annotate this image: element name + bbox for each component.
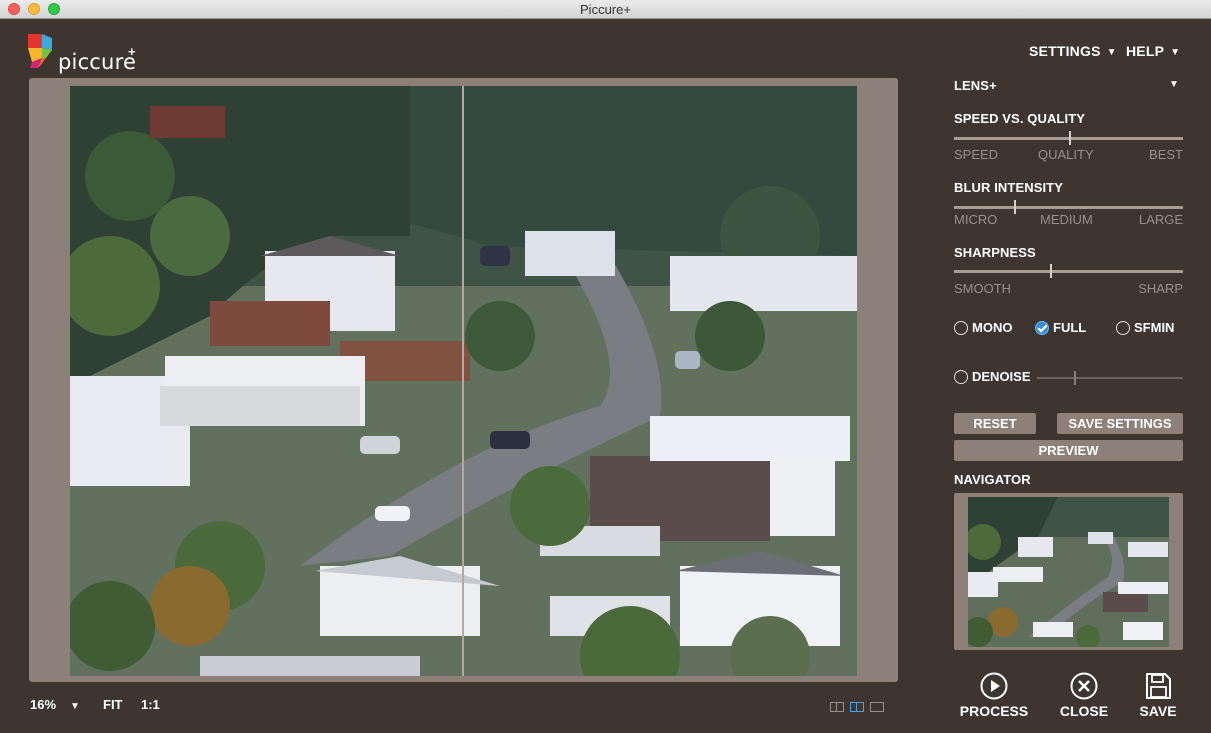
tick-label-micro: MICRO	[954, 212, 998, 227]
tick-label-best: BEST	[1149, 147, 1183, 162]
zoom-level-value: 16%	[30, 697, 57, 712]
mode-mono-label: MONO	[972, 320, 1013, 335]
settings-menu-label: SETTINGS	[1029, 43, 1101, 59]
mode-sfmin-radio[interactable]: SFMIN	[1116, 320, 1174, 335]
radio-checked-icon	[1035, 320, 1049, 335]
chevron-down-icon: ▼	[70, 701, 80, 712]
piccure-logo-word: piccure	[58, 50, 137, 74]
lens-dropdown[interactable]: LENS+ ▼	[954, 78, 1183, 93]
navigator-thumbnail[interactable]	[968, 497, 1169, 647]
blur-intensity-slider[interactable]	[954, 200, 1183, 214]
chevron-down-icon: ▼	[1169, 79, 1179, 90]
process-button[interactable]: PROCESS	[958, 672, 1030, 719]
zoom-level-dropdown[interactable]: 16% ▼	[30, 697, 80, 712]
compare-split-line[interactable]	[462, 86, 464, 676]
denoise-radio[interactable]: DENOISE	[954, 369, 1031, 384]
sharpness-slider-knob[interactable]	[1050, 264, 1053, 278]
radio-circle-icon	[954, 320, 968, 335]
save-settings-button[interactable]: SAVE SETTINGS	[1057, 413, 1183, 434]
tick-label-sharp: SHARP	[1138, 281, 1183, 296]
chevron-down-icon: ▼	[1106, 47, 1117, 58]
chevron-down-icon: ▼	[1170, 47, 1181, 58]
mode-sfmin-label: SFMIN	[1134, 320, 1175, 335]
zoom-1to1-button[interactable]: 1:1	[141, 697, 160, 712]
tick-label-speed: SPEED	[954, 147, 999, 162]
blur-intensity-title: BLUR INTENSITY	[954, 180, 1064, 195]
close-label: CLOSE	[1059, 703, 1109, 719]
tick-label-large: LARGE	[1138, 212, 1183, 227]
denoise-label: DENOISE	[972, 369, 1031, 384]
view-mode-toggle	[830, 699, 890, 717]
process-label: PROCESS	[959, 703, 1029, 719]
reset-button[interactable]: RESET	[954, 413, 1036, 434]
mode-full-label: FULL	[1053, 320, 1087, 335]
piccure-logo-plus: +	[128, 44, 136, 59]
sharpness-title: SHARPNESS	[954, 245, 1036, 260]
navigator-title: NAVIGATOR	[954, 472, 1031, 487]
window-titlebar: Piccure+	[0, 0, 1211, 19]
speed-quality-title: SPEED VS. QUALITY	[954, 111, 1086, 126]
navigator-photo	[968, 497, 1169, 647]
tick-label-quality: QUALITY	[1038, 147, 1094, 162]
blur-intensity-slider-knob[interactable]	[1013, 200, 1016, 214]
single-view-icon[interactable]	[870, 702, 884, 712]
floppy-disk-icon	[1146, 673, 1171, 699]
help-menu[interactable]: HELP ▼	[1126, 43, 1180, 59]
tick-label-smooth: SMOOTH	[954, 281, 1012, 296]
split-vertical-icon[interactable]	[850, 702, 864, 712]
speed-quality-slider[interactable]	[954, 131, 1183, 145]
mode-full-radio[interactable]: FULL	[1035, 320, 1086, 335]
play-circle-icon	[980, 672, 1008, 700]
radio-circle-icon	[954, 369, 968, 384]
help-menu-label: HELP	[1126, 43, 1165, 59]
tick-label-medium: MEDIUM	[1040, 212, 1093, 227]
zoom-fit-button[interactable]: FIT	[103, 697, 123, 712]
close-circle-icon	[1070, 672, 1098, 700]
mode-mono-radio[interactable]: MONO	[954, 320, 1012, 335]
denoise-slider-knob[interactable]	[1073, 371, 1076, 385]
save-label: SAVE	[1139, 703, 1177, 719]
window-title: Piccure+	[580, 2, 631, 17]
piccure-logo: piccure +	[28, 32, 158, 74]
close-button[interactable]: CLOSE	[1056, 672, 1112, 719]
settings-menu[interactable]: SETTINGS ▼	[1029, 43, 1117, 59]
save-button[interactable]: SAVE	[1133, 672, 1183, 719]
split-side-by-side-icon[interactable]	[830, 702, 844, 712]
preview-button[interactable]: PREVIEW	[954, 440, 1183, 461]
radio-circle-icon	[1116, 320, 1130, 335]
lens-dropdown-label: LENS+	[954, 78, 997, 93]
sharpness-slider[interactable]	[954, 264, 1183, 278]
speed-quality-slider-knob[interactable]	[1068, 131, 1071, 145]
piccure-logo-mark	[28, 34, 52, 68]
denoise-slider[interactable]	[1037, 371, 1183, 385]
